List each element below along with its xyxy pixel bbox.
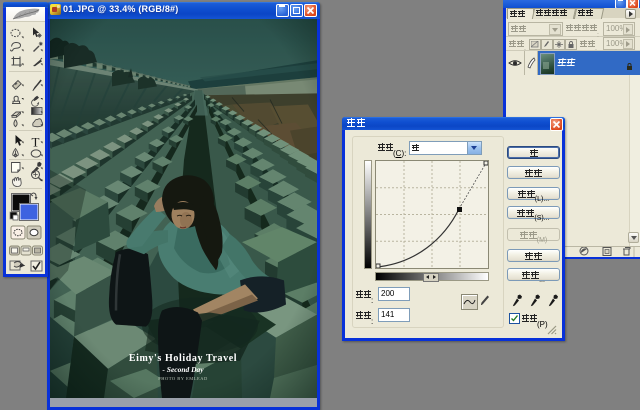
svg-text:- Second Day: - Second Day [162, 365, 204, 374]
svg-text:Eimy's Holiday Travel: Eimy's Holiday Travel [129, 353, 237, 364]
svg-text:T: T [32, 135, 40, 150]
svg-text:PHOTO BY EMLEAD: PHOTO BY EMLEAD [158, 376, 208, 381]
